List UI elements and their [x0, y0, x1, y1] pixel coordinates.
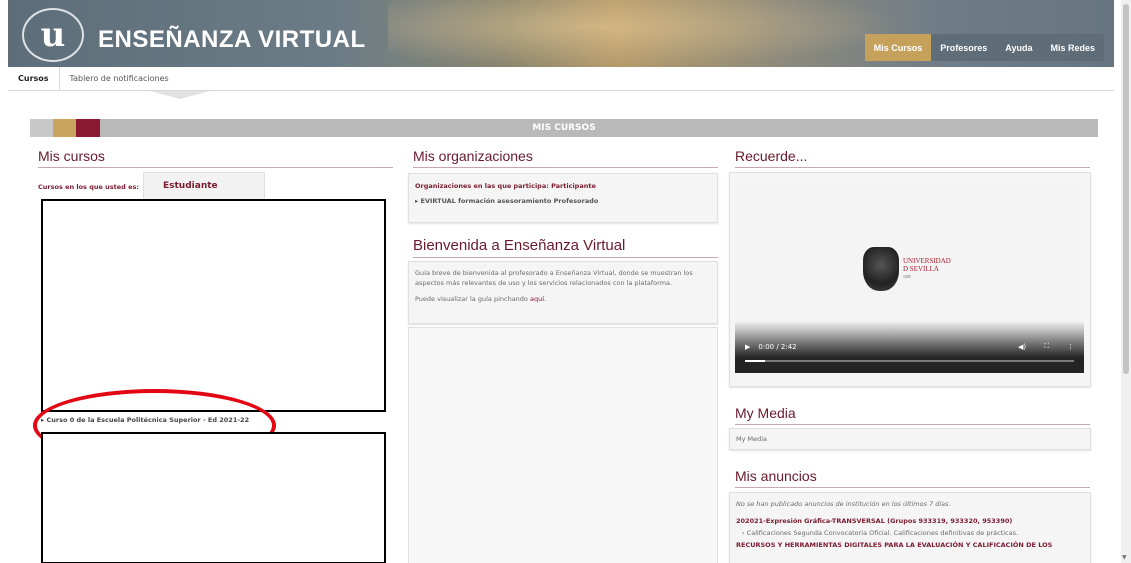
active-tab-indicator	[150, 91, 210, 99]
my-media-link[interactable]: My Media	[736, 434, 1084, 444]
anuncio-course-1[interactable]: 202021-Expresión Gráfica-TRANSVERSAL (Gr…	[736, 517, 1084, 525]
university-logo[interactable]: u	[22, 8, 84, 62]
mis-anuncios-title: Mis anuncios	[735, 468, 1090, 488]
nav-mis-cursos[interactable]: Mis Cursos	[864, 34, 932, 61]
volume-icon[interactable]: ◀)	[1018, 343, 1026, 351]
anuncios-panel: No se han publicado anuncios de instituc…	[729, 492, 1091, 563]
play-icon[interactable]: ▶	[745, 343, 750, 351]
bienvenida-guide-line: Puede visualizar la guía pinchando aquí.	[415, 294, 711, 304]
header-banner: u ENSEÑANZA VIRTUAL Mis Cursos Profesore…	[8, 0, 1114, 67]
redacted-course-list-bottom	[41, 432, 386, 563]
page-scrollbar[interactable]: ▼	[1121, 0, 1131, 563]
universidad-sevilla-logo: UNIVERSIDAD D SEVILLA 1505	[863, 247, 951, 291]
sub-tabs: Cursos Tablero de notificaciones	[8, 66, 1114, 91]
top-navigation: Mis Cursos Profesores Ayuda Mis Redes	[864, 34, 1104, 61]
scroll-down-arrow-icon[interactable]: ▼	[1122, 554, 1127, 561]
university-logo-text: UNIVERSIDAD D SEVILLA 1505	[903, 257, 951, 281]
role-tab-estudiante[interactable]: Estudiante	[143, 172, 265, 200]
redacted-course-list-top	[41, 199, 386, 412]
nav-ayuda[interactable]: Ayuda	[996, 34, 1042, 61]
middle-column-background	[408, 327, 718, 563]
bienvenida-panel: Guía breve de bienvenida al profesorado …	[408, 261, 718, 324]
scrollbar-thumb[interactable]	[1123, 4, 1129, 374]
anuncio-course-2[interactable]: RECURSOS Y HERRAMIENTAS DIGITALES PARA L…	[736, 541, 1084, 549]
logo-line2: D SEVILLA	[903, 265, 939, 273]
video-progress-bar[interactable]	[745, 360, 1074, 362]
nav-mis-redes[interactable]: Mis Redes	[1041, 34, 1104, 61]
mis-organizaciones-title: Mis organizaciones	[413, 148, 718, 168]
logo-line1: UNIVERSIDAD	[903, 257, 951, 265]
role-prefix: Cursos en los que usted es:	[38, 183, 139, 191]
anuncio-item-1[interactable]: › Calificaciones Segunda Convocatoria Of…	[736, 528, 1084, 538]
tab-tablero-notificaciones[interactable]: Tablero de notificaciones	[60, 67, 179, 91]
video-player[interactable]: UNIVERSIDAD D SEVILLA 1505 ▶ 0:00 / 2:42…	[735, 177, 1084, 373]
section-bar-label: MIS CURSOS	[532, 123, 596, 133]
tab-cursos[interactable]: Cursos	[8, 66, 60, 91]
organizaciones-panel: Organizaciones en las que participa: Par…	[408, 173, 718, 223]
video-time: 0:00 / 2:42	[758, 342, 797, 351]
recuerde-title: Recuerde...	[735, 148, 1090, 168]
mis-cursos-title: Mis cursos	[38, 148, 393, 168]
guide-link[interactable]: aquí	[530, 295, 544, 303]
bienvenida-title: Bienvenida a Enseñanza Virtual	[413, 237, 718, 258]
video-control-row: ▶ 0:00 / 2:42 ◀) ⛶ ⋮	[745, 342, 1074, 351]
anuncios-notice: No se han publicado anuncios de instituc…	[736, 500, 951, 508]
logo-year: 1505	[903, 274, 911, 279]
organizaciones-subtitle: Organizaciones en las que participa: Par…	[415, 182, 596, 190]
guide-prefix: Puede visualizar la guía pinchando	[415, 295, 530, 303]
organization-link-label: EVIRTUAL formación asesoramiento Profeso…	[420, 197, 599, 205]
nav-profesores[interactable]: Profesores	[931, 34, 997, 61]
site-title: ENSEÑANZA VIRTUAL	[98, 26, 366, 53]
more-options-icon[interactable]: ⋮	[1067, 343, 1074, 351]
bienvenida-text: Guía breve de bienvenida al profesorado …	[415, 269, 693, 287]
organization-link[interactable]: ▸ EVIRTUAL formación asesoramiento Profe…	[415, 196, 711, 206]
my-media-title: My Media	[735, 405, 1090, 425]
university-emblem-icon	[863, 247, 899, 291]
fullscreen-icon[interactable]: ⛶	[1044, 342, 1049, 351]
section-bar: MIS CURSOS	[30, 119, 1098, 137]
guide-suffix: .	[544, 295, 547, 303]
anuncio-item-1-label: Calificaciones Segunda Convocatoria Ofic…	[746, 529, 1019, 537]
video-controls: ▶ 0:00 / 2:42 ◀) ⛶ ⋮	[735, 321, 1084, 373]
my-media-panel: My Media	[729, 428, 1091, 450]
video-progress-fill	[745, 360, 765, 362]
